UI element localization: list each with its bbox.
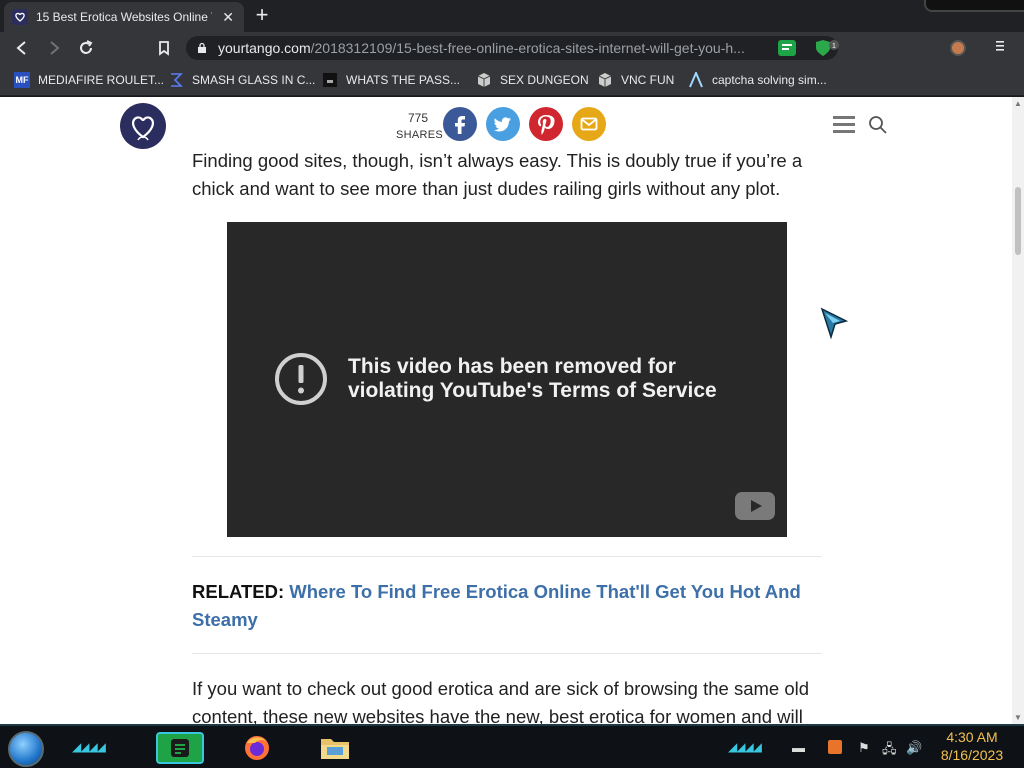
- lambda-icon: [688, 72, 704, 88]
- network-icon[interactable]: 🖧: [882, 740, 897, 762]
- site-search-icon[interactable]: [868, 115, 888, 140]
- heart-logo-icon: [132, 116, 154, 141]
- heart-logo-icon: [12, 9, 28, 25]
- sigma-icon: [168, 72, 184, 88]
- web-page: 775 SHARES Finding good sites, though, i…: [0, 97, 1012, 724]
- facebook-icon: [455, 116, 465, 134]
- bookmark-icon[interactable]: [152, 36, 176, 60]
- window-frame-decoration: [924, 0, 1024, 12]
- share-label: SHARES: [396, 129, 444, 141]
- pinterest-share-button[interactable]: [529, 107, 563, 141]
- pinterest-icon: [538, 115, 555, 135]
- taskbar-firefox[interactable]: [240, 732, 274, 764]
- clock-time: 4:30 AM: [946, 729, 998, 745]
- tray-overflow-icon[interactable]: ▬: [792, 740, 805, 755]
- scroll-down-arrow-icon[interactable]: ▼: [1014, 713, 1022, 722]
- bookmark-sex-dungeon[interactable]: SEX DUNGEON: [476, 71, 589, 89]
- twitter-icon: [494, 117, 511, 132]
- article-paragraph: If you want to check out good erotica an…: [192, 678, 810, 724]
- bookmark-label: SMASH GLASS IN C...: [192, 73, 316, 87]
- profile-avatar[interactable]: [950, 40, 966, 56]
- youtube-embed[interactable]: This video has been removed for violatin…: [227, 222, 787, 537]
- bookmark-mediafire[interactable]: MF MEDIAFIRE ROULET...: [14, 71, 164, 89]
- new-tab-button[interactable]: +: [250, 4, 274, 28]
- share-number: 775: [407, 111, 429, 125]
- video-message-line: violating YouTube's Terms of Service: [348, 379, 717, 402]
- system-clock[interactable]: 4:30 AM 8/16/2023: [930, 728, 1014, 764]
- url-host: yourtango.com: [218, 40, 311, 56]
- taskbar-file-explorer[interactable]: [318, 732, 352, 764]
- volume-icon[interactable]: 🔊: [906, 740, 922, 756]
- related-article-link[interactable]: Where To Find Free Erotica Online That'l…: [192, 581, 801, 630]
- clock-date: 8/16/2023: [940, 747, 1004, 763]
- bookmark-label: MEDIAFIRE ROULET...: [38, 73, 165, 87]
- divider: [192, 556, 822, 557]
- article-paragraph: Finding good sites, though, isn’t always…: [192, 150, 803, 199]
- twitter-share-button[interactable]: [486, 107, 520, 141]
- tray-app-icon[interactable]: [828, 740, 842, 754]
- divider: [192, 653, 822, 654]
- terminal-icon: [322, 72, 338, 88]
- extension-badge: 1: [832, 43, 836, 50]
- reload-icon[interactable]: [74, 36, 98, 60]
- decor-chevrons-icon: ◢◢◢◢: [728, 740, 762, 754]
- start-button[interactable]: [8, 731, 44, 767]
- bookmark-label: SEX DUNGEON: [500, 73, 589, 87]
- bookmark-vnc-fun[interactable]: VNC FUN: [597, 71, 674, 89]
- share-count: 775 SHARES: [396, 111, 444, 141]
- bookmark-label: WHATS THE PASS...: [346, 73, 461, 87]
- youtube-logo-icon[interactable]: [735, 492, 775, 520]
- mediafire-icon: MF: [14, 72, 30, 88]
- lock-icon: [198, 42, 206, 53]
- video-message-line: This video has been removed for: [348, 355, 676, 378]
- bookmark-label: VNC FUN: [621, 73, 675, 87]
- notes-app-icon: [171, 739, 189, 757]
- email-share-button[interactable]: [572, 107, 606, 141]
- bookmark-whats-the-pass[interactable]: WHATS THE PASS...: [322, 71, 460, 89]
- cube-icon: [476, 72, 492, 88]
- folder-icon: [321, 739, 349, 759]
- browser-tab[interactable]: 15 Best Erotica Websites Online To ✕: [4, 2, 244, 32]
- mouse-cursor-icon: [820, 307, 848, 340]
- firefox-icon: [245, 736, 269, 760]
- back-icon[interactable]: [10, 36, 34, 60]
- bookmark-captcha-solving[interactable]: captcha solving sim...: [688, 71, 827, 89]
- taskbar: ◢◢◢◢ ◢◢◢◢ ▬ ⚑ 🖧 🔊 4:30 AM 8/16/2023: [0, 724, 1024, 768]
- close-tab-icon[interactable]: ✕: [220, 9, 236, 26]
- scroll-thumb[interactable]: [1015, 187, 1021, 255]
- email-icon: [580, 117, 598, 131]
- facebook-share-button[interactable]: [443, 107, 477, 141]
- related-label: RELATED:: [192, 581, 285, 602]
- bookmark-smash-glass[interactable]: SMASH GLASS IN C...: [168, 71, 315, 89]
- video-removed-message: This video has been removed for violatin…: [348, 355, 748, 403]
- related-article: RELATED: Where To Find Free Erotica Onli…: [192, 578, 832, 634]
- url-path: /2018312109/15-best-free-online-erotica-…: [310, 40, 745, 56]
- address-bar[interactable]: yourtango.com/2018312109/15-best-free-on…: [186, 36, 838, 60]
- tab-title: 15 Best Erotica Websites Online To: [36, 10, 213, 24]
- forward-icon[interactable]: [42, 36, 66, 60]
- alert-icon: [275, 353, 327, 405]
- decor-chevrons-icon: ◢◢◢◢: [72, 740, 106, 754]
- browser-menu-icon[interactable]: [994, 38, 1006, 57]
- action-center-flag-icon[interactable]: ⚑: [858, 740, 870, 756]
- tab-strip: 15 Best Erotica Websites Online To ✕ +: [0, 0, 1024, 32]
- page-scrollbar[interactable]: ▲ ▼: [1012, 97, 1024, 724]
- scroll-up-arrow-icon[interactable]: ▲: [1014, 99, 1022, 108]
- shield-extension-icon[interactable]: 1: [814, 40, 839, 56]
- notes-extension-icon[interactable]: [778, 40, 796, 56]
- site-logo[interactable]: [120, 103, 166, 149]
- bookmark-label: captcha solving sim...: [712, 73, 827, 87]
- cube-icon: [597, 72, 613, 88]
- site-menu-icon[interactable]: [833, 116, 855, 134]
- taskbar-notes-app[interactable]: [156, 732, 204, 764]
